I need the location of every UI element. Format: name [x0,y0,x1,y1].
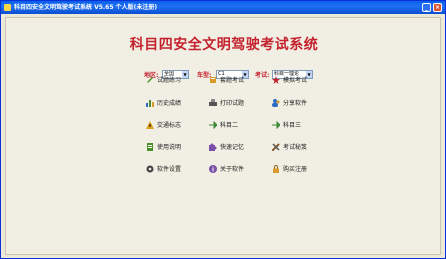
practice-button[interactable]: 试题练习 [146,75,181,87]
instructions-button[interactable]: 使用说明 [146,142,181,154]
app-window: 科目四安全文明驾驶考试系统 V5.65 个人版(未注册) _ × 科目四安全文明… [0,0,446,259]
pencil-icon [146,76,154,84]
app-icon [4,4,11,11]
puzzle-icon [209,143,217,151]
mock-exam-button[interactable]: 模拟考试 [272,75,307,87]
print-button[interactable]: 打印试题 [209,98,244,110]
info-icon [209,164,217,173]
quick-memory-button[interactable]: 快速记忆 [209,142,244,154]
app-title: 科目四安全文明驾驶考试系统 [129,37,319,53]
main-panel: 科目四安全文明驾驶考试系统 地区: 全国 ▼ 车型: C1 ▼ 考试: 科目一理… [5,17,441,255]
lock-icon [272,164,280,173]
subject-three-button[interactable]: 科目三 [272,120,301,132]
title-bar[interactable]: 科目四安全文明驾驶考试系统 V5.65 个人版(未注册) _ × [1,1,445,14]
share-button[interactable]: 分享软件 [272,98,307,110]
gear-icon [146,165,154,173]
history-button[interactable]: 历史成绩 [146,98,181,110]
about-button[interactable]: 关于软件 [209,164,244,176]
star-icon [272,75,280,84]
subject-two-button[interactable]: 科目二 [209,120,238,132]
chevron-down-icon: ▼ [182,71,188,78]
warning-icon [146,120,154,129]
traffic-signs-button[interactable]: 交通标志 [146,120,181,132]
users-icon [272,98,280,107]
printer-icon [209,98,217,107]
purchase-button[interactable]: 购买注册 [272,164,307,176]
window-title: 科目四安全文明驾驶考试系统 V5.65 个人版(未注册) [14,4,158,11]
exam-tips-button[interactable]: 考试秘笈 [271,142,307,154]
tools-icon [271,142,280,152]
settings-button[interactable]: 软件设置 [146,164,181,176]
document-icon [146,142,154,151]
close-button[interactable]: × [433,3,442,12]
book-icon [209,76,217,84]
bar-chart-icon [146,99,154,107]
arrow-icon [209,120,218,129]
exam-label: 考试: [255,72,270,79]
minimize-button[interactable]: _ [422,3,431,12]
arrow-icon [272,120,281,129]
set-exam-button[interactable]: 套题考试 [209,75,244,87]
